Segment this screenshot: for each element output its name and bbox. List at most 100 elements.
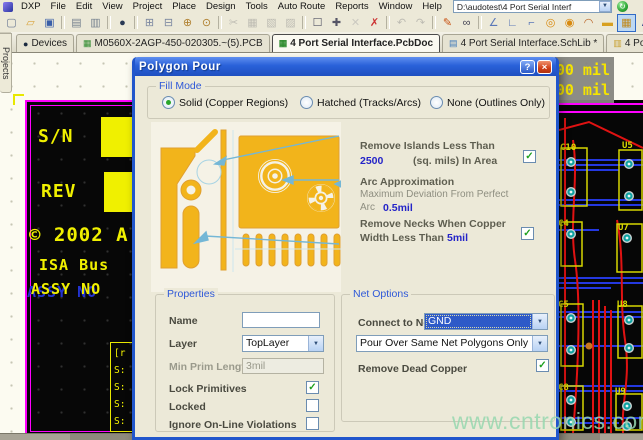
pour-over-dropdown-icon[interactable]: ▼ [532,336,547,351]
pcb-document-icon: ▦ [279,38,288,49]
menu-reports[interactable]: Reports [330,1,373,12]
dialog-body: Fill Mode Solid (Copper Regions) Hatched… [135,76,556,437]
remove-necks-value[interactable]: 5mil [447,232,468,244]
devices-icon: ● [23,39,28,49]
tab-4port-serial-schlib[interactable]: ▤4 Port Serial Interface.SchLib * [442,34,604,52]
layer-value: TopLayer [243,336,308,351]
place-string-icon[interactable]: A [636,14,643,32]
remove-islands-units: (sq. mils) In Area [413,155,497,167]
radio-solid-icon[interactable] [162,96,175,109]
board-text-rev: REV [41,181,77,202]
tab-devices[interactable]: ●Devices [16,34,74,52]
component-ref-u9: U9 [615,387,626,397]
component-ref-c8: C8 [558,383,569,393]
tab-label: Devices [31,38,67,49]
menu-project[interactable]: Project [128,1,168,12]
pour-over-combobox[interactable]: Pour Over Same Net Polygons Only ▼ [356,335,548,352]
place-pad-icon[interactable]: ◎ [541,14,560,32]
menu-help[interactable]: Help [417,1,447,12]
undo-icon[interactable]: ↶ [392,14,411,32]
remove-islands-checkbox[interactable]: ✓ [523,150,536,163]
green-orb-icon[interactable]: ↻ [617,1,628,12]
paste-icon[interactable]: ▧ [262,14,281,32]
redo-icon[interactable]: ↷ [411,14,430,32]
board-text-assy-no: ASSY NO [31,280,101,298]
menu-edit[interactable]: Edit [71,1,97,12]
remove-dead-copper-checkbox[interactable]: ✓ [536,359,549,372]
help-button[interactable]: ? [520,60,535,74]
clear-filter-icon[interactable]: ✗ [365,14,384,32]
dialog-title-bar[interactable]: Polygon Pour ? × [135,57,556,76]
place-polygon-pour-icon[interactable]: ▦ [617,14,636,32]
place-track-icon[interactable]: ∟ [503,14,522,32]
tab-4port-uart[interactable]: ▥4 Port UART and Line Drivers. [606,34,643,52]
paste-special-icon[interactable]: ▨ [281,14,300,32]
layer-combobox[interactable]: TopLayer ▼ [242,335,324,352]
remove-necks-checkbox[interactable]: ✓ [521,227,534,240]
close-button[interactable]: × [537,60,552,74]
cut-icon[interactable]: ✂ [224,14,243,32]
new-document-icon[interactable]: ▢ [2,14,21,32]
place-keepout-icon[interactable]: ⌐ [522,14,541,32]
arc-value[interactable]: 0.5mil [383,202,413,214]
component-ref-c5: C5 [558,300,569,310]
lock-primitives-checkbox[interactable]: ✓ [306,381,319,394]
menu-file[interactable]: File [46,1,71,12]
radio-none[interactable]: None (Outlines Only) [430,96,545,109]
place-fill-icon[interactable]: ▬ [598,14,617,32]
copy-icon[interactable]: ▦ [243,14,262,32]
move-icon[interactable]: ✚ [327,14,346,32]
locked-checkbox[interactable] [306,399,319,412]
pcb-board-left: S/N REV © 2002 A ISA Bus ASSY NO [rS:S:S… [25,100,149,437]
layer-sphere-icon[interactable]: ● [113,14,132,32]
arc-approximation-desc: Maximum Deviation From Perfect [360,189,508,200]
place-via-icon[interactable]: ◉ [560,14,579,32]
menu-tools[interactable]: Tools [241,1,273,12]
application-window: DXPFileEditViewProjectPlaceDesignToolsAu… [0,0,643,440]
menu-design[interactable]: Design [201,1,241,12]
toolbar-separator [302,16,306,29]
dropdown-arrow-icon[interactable]: ▼ [599,1,611,12]
print-preview-icon[interactable]: ▥ [86,14,105,32]
menu-bar: DXPFileEditViewProjectPlaceDesignToolsAu… [0,0,643,13]
menu-dxp[interactable]: DXP [16,1,46,12]
radio-hatched-icon[interactable] [300,96,313,109]
select-area-icon[interactable]: ☐ [308,14,327,32]
document-path-combobox[interactable]: D:\audotest\4 Port Serial Interf ▼ [453,0,612,13]
deselect-icon[interactable]: ✕ [346,14,365,32]
menu-auto-route[interactable]: Auto Route [273,1,331,12]
place-line-icon[interactable]: ∠ [484,14,503,32]
tab-4port-serial-pcbdoc[interactable]: ▦4 Port Serial Interface.PcbDoc [272,34,440,52]
radio-solid[interactable]: Solid (Copper Regions) [162,96,288,109]
find-icon[interactable]: ∞ [457,14,476,32]
min-prim-length-label: Min Prim Length [169,361,251,373]
radio-none-icon[interactable] [430,96,443,109]
ignore-violations-checkbox[interactable] [306,417,319,430]
connect-to-net-combobox[interactable]: GND ▼ [424,313,548,330]
zoom-document-icon[interactable]: ⊟ [159,14,178,32]
tab-m0560x-pcb[interactable]: ▦M0560X-2AGP-450-020305.~(5).PCB [76,34,270,52]
zoom-in-icon[interactable]: ⊕ [178,14,197,32]
menu-window[interactable]: Window [374,1,418,12]
projects-panel-tab[interactable]: Projects [0,33,12,93]
place-arc-icon[interactable]: ◠ [579,14,598,32]
layer-dropdown-icon[interactable]: ▼ [308,336,323,351]
locked-label: Locked [169,401,206,413]
menu-view[interactable]: View [97,1,127,12]
fill-mode-label: Fill Mode [156,80,205,92]
remove-islands-value[interactable]: 2500 [360,155,383,167]
menu-place[interactable]: Place [167,1,201,12]
connect-to-net-value: GND [425,314,532,329]
zoom-window-icon[interactable]: ⊞ [140,14,159,32]
pour-over-value: Pour Over Same Net Polygons Only [357,336,532,351]
board-text-copyright: © 2002 A [29,224,129,246]
name-input[interactable] [242,312,320,328]
connect-net-dropdown-icon[interactable]: ▼ [532,314,547,329]
properties-label: Properties [164,288,218,300]
save-icon[interactable]: ▣ [40,14,59,32]
open-folder-icon[interactable]: ▱ [21,14,40,32]
print-icon[interactable]: ▤ [67,14,86,32]
zoom-selection-icon[interactable]: ⊙ [197,14,216,32]
interactive-routing-icon[interactable]: ✎ [438,14,457,32]
radio-hatched[interactable]: Hatched (Tracks/Arcs) [300,96,421,109]
